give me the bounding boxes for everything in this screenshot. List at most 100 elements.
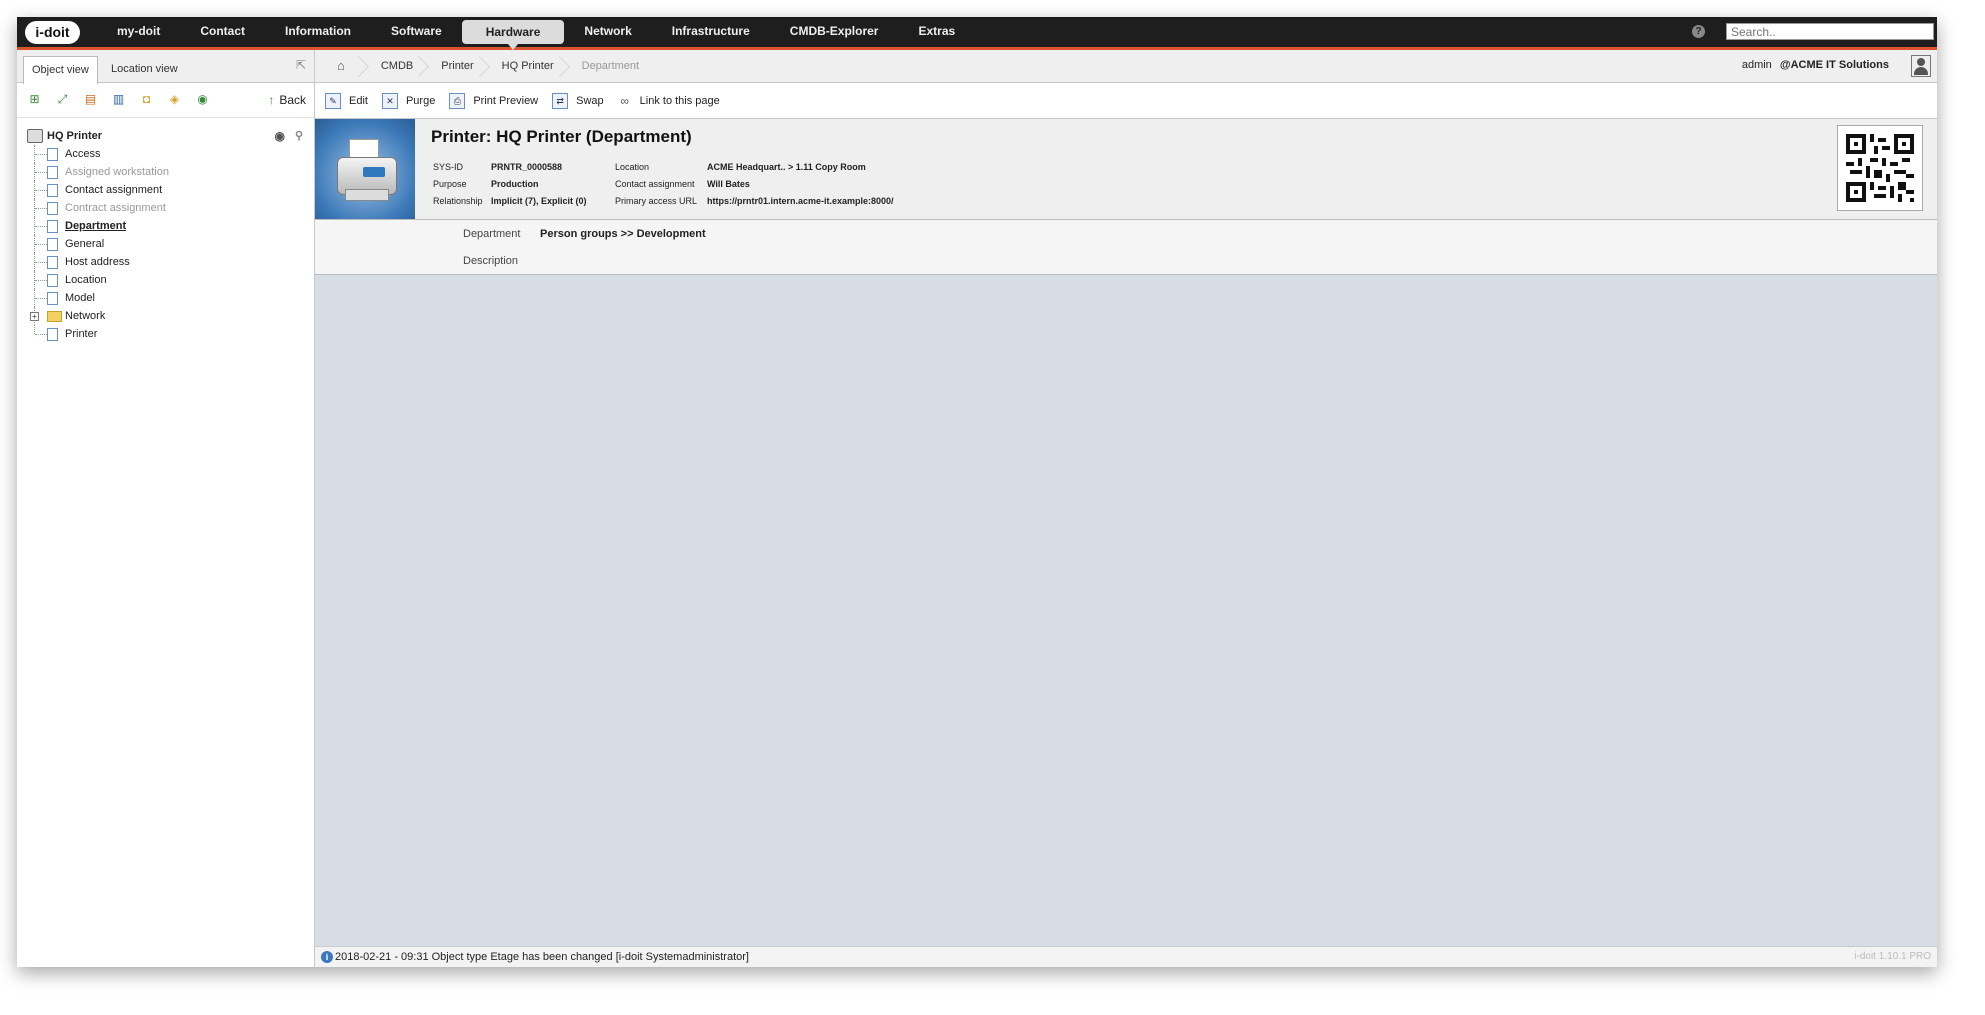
object-tree: HQ Printer ◉ ⚲ Access Assigned workstati… <box>25 127 305 343</box>
breadcrumb-hq-printer[interactable]: HQ Printer <box>488 50 568 82</box>
url-value[interactable]: https://prntr01.intern.acme-it.example:8… <box>707 193 894 210</box>
relationship-label: Relationship <box>433 196 483 206</box>
edit-label: Edit <box>349 94 368 107</box>
magnifier-icon[interactable]: ⚲ <box>295 127 303 145</box>
location-value[interactable]: ACME Headquart.. > 1.11 Copy Room <box>707 159 866 176</box>
tree-item-host-address[interactable]: Host address <box>25 253 305 271</box>
relationship-value[interactable]: Implicit (7), Explicit (0) <box>491 193 615 210</box>
tree-item-assigned-workstation[interactable]: Assigned workstation <box>25 163 305 181</box>
lock-icon[interactable]: ◘ <box>139 92 154 107</box>
purpose-label: Purpose <box>433 179 467 189</box>
document-icon <box>47 148 58 161</box>
home-icon[interactable]: ⌂ <box>315 50 367 82</box>
tree-item-label: Printer <box>65 328 98 340</box>
globe-icon[interactable]: ◉ <box>195 92 210 107</box>
document-icon <box>47 184 58 197</box>
sys-id-value: PRNTR_0000588 <box>491 162 563 172</box>
top-navigation: i-doit my-doit Contact Information Softw… <box>17 17 1937 50</box>
tree-item-model[interactable]: Model <box>25 289 305 307</box>
tree-item-access[interactable]: Access <box>25 145 305 163</box>
object-header: Printer: HQ Printer (Department) SYS-ID … <box>315 119 1937 220</box>
link-icon: ∞ <box>620 93 629 108</box>
book-icon[interactable]: ▥ <box>111 92 126 107</box>
tree-item-general[interactable]: General <box>25 235 305 253</box>
view-tabs: Object view Location view ⇱ <box>17 50 314 84</box>
link-to-page-button[interactable]: ∞ Link to this page <box>618 93 720 108</box>
edit-button[interactable]: ✎ Edit <box>325 92 368 109</box>
menu-extras[interactable]: Extras <box>898 17 975 47</box>
user-info[interactable]: admin @ACME IT Solutions <box>1742 59 1889 71</box>
tree-view-icon[interactable]: ⊞ <box>27 92 42 107</box>
back-button[interactable]: ↑ Back <box>268 93 306 107</box>
action-bar: ✎ Edit ✕ Purge ⎙ Print Preview ⇄ Swap ∞ Link … <box>315 83 1937 119</box>
document-icon <box>47 292 58 305</box>
main-content: ⌂ CMDB Printer HQ Printer Department adm… <box>315 50 1937 967</box>
status-bar: i 2018-02-21 - 09:31 Object type Etage ha… <box>315 946 1937 967</box>
report-icon[interactable]: ▤ <box>83 92 98 107</box>
tab-location-view[interactable]: Location view <box>103 56 186 82</box>
menu-information[interactable]: Information <box>265 17 371 47</box>
contact-value[interactable]: Will Bates <box>707 176 750 193</box>
tree-toolbar: ⊞ ⤢ ▤ ▥ ◘ ◈ ◉ ↑ Back <box>17 83 314 118</box>
tree-item-label: General <box>65 238 105 250</box>
contact-label: Contact assignment <box>615 179 695 189</box>
tree-item-label: Department <box>65 220 127 232</box>
menu-cmdb-explorer[interactable]: CMDB-Explorer <box>770 17 899 47</box>
breadcrumb-cmdb[interactable]: CMDB <box>367 50 427 82</box>
edit-icon: ✎ <box>325 92 341 109</box>
url-label: Primary access URL <box>615 196 698 206</box>
shield-icon[interactable]: ◈ <box>167 92 182 107</box>
menu-software[interactable]: Software <box>371 17 462 47</box>
document-icon <box>47 202 58 215</box>
expand-tree-icon[interactable]: ⤢ <box>55 92 70 107</box>
tree-item-printer[interactable]: Printer <box>25 325 305 343</box>
back-label: Back <box>279 93 306 107</box>
up-arrow-icon: ↑ <box>268 93 275 107</box>
tab-object-view[interactable]: Object view <box>23 56 98 84</box>
department-value[interactable]: Person groups >> Development <box>540 228 706 240</box>
menu-my-doit[interactable]: my-doit <box>97 17 180 47</box>
qr-code[interactable] <box>1837 125 1923 211</box>
i-doit-logo[interactable]: i-doit <box>25 21 80 44</box>
print-icon: ⎙ <box>449 92 466 109</box>
tree-root[interactable]: HQ Printer ◉ ⚲ <box>25 127 305 145</box>
print-preview-button[interactable]: ⎙ Print Preview <box>449 92 539 109</box>
document-icon <box>47 238 58 251</box>
tree-item-contact-assignment[interactable]: Contact assignment <box>25 181 305 199</box>
tree-item-label: Network <box>65 310 106 322</box>
search-input[interactable] <box>1726 23 1934 40</box>
department-form: Department Person groups >> Development … <box>315 220 1937 275</box>
tree-item-label: Assigned workstation <box>65 166 169 178</box>
tree-item-location[interactable]: Location <box>25 271 305 289</box>
avatar[interactable] <box>1911 55 1931 77</box>
tree-item-network[interactable]: + Network <box>25 307 305 325</box>
folder-icon <box>47 311 62 322</box>
swap-icon: ⇄ <box>552 92 569 109</box>
tree-item-contract-assignment[interactable]: Contract assignment <box>25 199 305 217</box>
help-icon[interactable]: ? <box>1692 25 1705 38</box>
at-sign: @ <box>1779 59 1791 71</box>
popout-icon[interactable]: ⇱ <box>296 58 306 72</box>
tree-item-department[interactable]: Department <box>25 217 305 235</box>
menu-network[interactable]: Network <box>564 17 651 47</box>
app-window: i-doit my-doit Contact Information Softw… <box>17 17 1937 967</box>
print-preview-label: Print Preview <box>473 94 539 107</box>
purge-button[interactable]: ✕ Purge <box>381 92 436 109</box>
status-message: 2018-02-21 - 09:31 Object type Etage has… <box>335 951 749 963</box>
link-label: Link to this page <box>639 94 720 107</box>
tree-item-label: Location <box>65 274 107 286</box>
version-label: i-doit 1.10.1 PRO <box>1854 951 1931 962</box>
breadcrumb-printer[interactable]: Printer <box>427 50 487 82</box>
breadcrumb-bar: ⌂ CMDB Printer HQ Printer Department adm… <box>315 50 1937 83</box>
printer-icon <box>27 129 43 143</box>
eye-icon[interactable]: ◉ <box>275 127 285 145</box>
logo-text: i-doit <box>35 24 70 40</box>
purge-label: Purge <box>405 94 436 107</box>
swap-button[interactable]: ⇄ Swap <box>552 92 604 109</box>
menu-infrastructure[interactable]: Infrastructure <box>652 17 770 47</box>
menu-hardware[interactable]: Hardware <box>461 20 565 50</box>
purpose-value: Production <box>491 179 539 189</box>
tree-item-label: Host address <box>65 256 130 268</box>
expand-plus-icon[interactable]: + <box>30 312 39 321</box>
menu-contact[interactable]: Contact <box>180 17 265 47</box>
